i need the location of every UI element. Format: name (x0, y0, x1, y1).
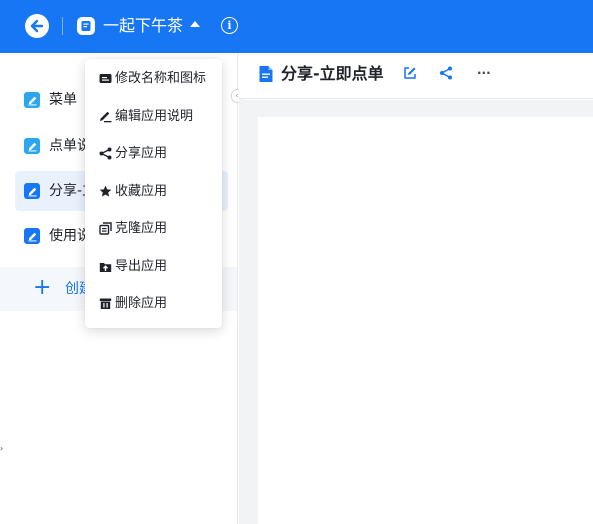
rename-card-icon (99, 72, 112, 85)
menu-item-label: 收藏应用 (115, 184, 168, 199)
menu-item-share[interactable]: 分享应用 (85, 136, 222, 172)
trash-icon (99, 297, 112, 310)
top-bar: 一起下午茶 i (0, 0, 593, 53)
document-icon (259, 66, 273, 82)
menu-item-rename[interactable]: 修改名称和图标 (85, 61, 222, 97)
more-options-icon[interactable]: ··· (477, 66, 491, 80)
menu-item-label: 编辑应用说明 (115, 109, 194, 124)
menu-item-delete[interactable]: 删除应用 (85, 286, 222, 322)
caret-up-icon[interactable] (190, 21, 200, 27)
menu-item-label: 克隆应用 (115, 221, 168, 236)
export-icon (99, 260, 112, 273)
menu-item-label: 导出应用 (115, 259, 168, 274)
app-menu-dropdown: 修改名称和图标 编辑应用说明 分享应用 收藏应用 克隆应用 导出应用 删除应用 (85, 59, 222, 328)
menu-item-edit-description[interactable]: 编辑应用说明 (85, 99, 222, 135)
resize-edge-icon[interactable]: › (0, 445, 3, 453)
share-icon[interactable] (439, 66, 453, 80)
edit-square-icon (24, 138, 40, 154)
star-icon (99, 185, 112, 198)
plus-icon: + (33, 275, 52, 300)
share-icon (99, 147, 112, 160)
page-canvas[interactable] (258, 117, 593, 524)
menu-item-export[interactable]: 导出应用 (85, 249, 222, 285)
page-header: 分享-立即点单 ··· (239, 53, 593, 99)
menu-item-clone[interactable]: 克隆应用 (85, 211, 222, 247)
menu-item-label: 修改名称和图标 (115, 71, 207, 86)
app-badge-icon (77, 17, 95, 35)
edit-square-icon (24, 228, 40, 244)
edit-pen-icon (99, 110, 112, 123)
sidebar-item-label: 菜单 (49, 92, 77, 108)
menu-item-label: 分享应用 (115, 146, 168, 161)
page-title: 分享-立即点单 (281, 64, 384, 83)
edit-square-icon (24, 183, 40, 199)
menu-item-favorite[interactable]: 收藏应用 (85, 174, 222, 210)
edit-square-icon (24, 92, 40, 108)
back-arrow-icon[interactable] (25, 14, 49, 38)
divider (62, 17, 63, 35)
edit-icon[interactable] (403, 66, 417, 80)
clone-icon (99, 222, 112, 235)
info-icon[interactable]: i (221, 17, 238, 34)
menu-item-label: 删除应用 (115, 296, 168, 311)
app-title[interactable]: 一起下午茶 (103, 16, 183, 36)
